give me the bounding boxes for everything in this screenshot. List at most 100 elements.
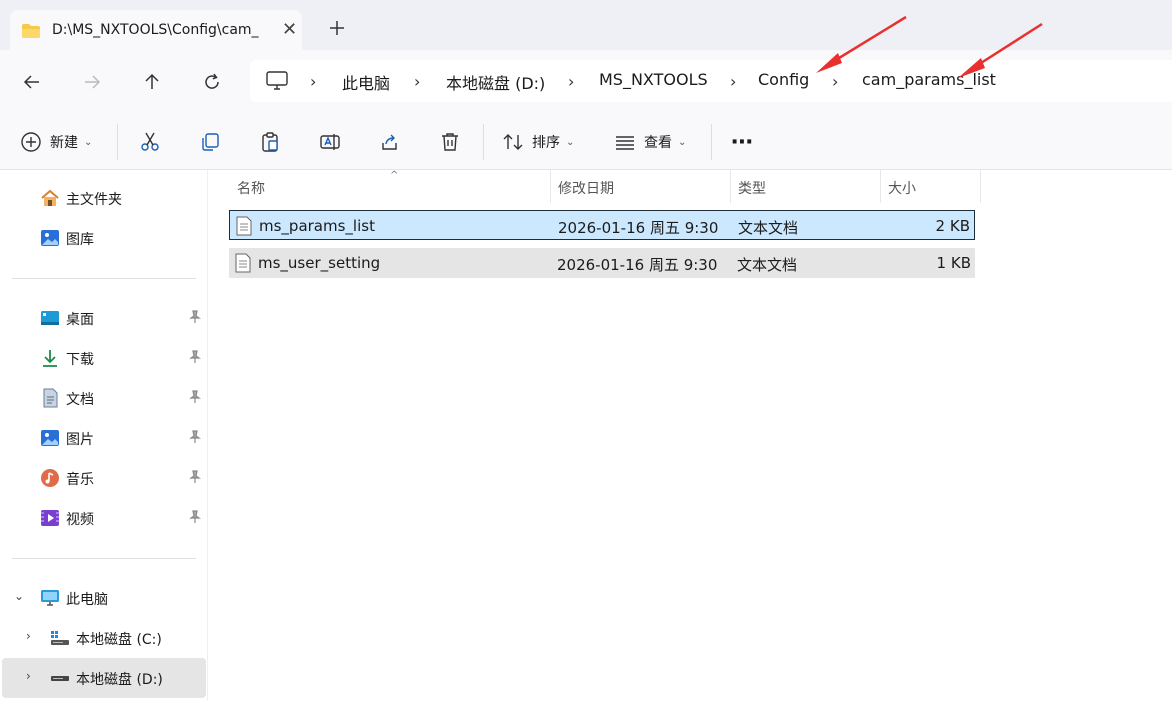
pin-icon[interactable]: [188, 310, 202, 324]
scissors-icon: [141, 132, 159, 151]
trash-icon: [442, 133, 458, 151]
breadcrumb-this-pc[interactable]: 此电脑: [342, 70, 390, 94]
breadcrumb-separator: ›: [310, 72, 317, 91]
column-header-label: 名称: [237, 181, 265, 197]
sidebar-item-label: 桌面: [66, 312, 94, 328]
home-icon: [41, 189, 59, 206]
pin-icon[interactable]: [188, 390, 202, 404]
new-button[interactable]: 新建 ⌄: [20, 129, 92, 155]
tab-close-button[interactable]: ✕: [282, 19, 297, 40]
sidebar-item-this-pc[interactable]: ⌄ 此电脑: [0, 578, 208, 618]
toolbar-divider: [117, 124, 118, 160]
sidebar-item-label: 图库: [66, 232, 94, 248]
file-name: ms_params_list: [259, 217, 375, 235]
gallery-icon: [41, 230, 59, 246]
sidebar-item-label: 主文件夹: [66, 192, 122, 208]
table-row[interactable]: ms_params_list 2026-01-16 周五 9:30 文本文档 2…: [229, 210, 975, 240]
folder-icon: [22, 24, 40, 38]
sidebar-item-drive-d[interactable]: › 本地磁盘 (D:): [2, 658, 206, 698]
sidebar-item-label: 文档: [66, 392, 94, 408]
breadcrumb-separator: ›: [568, 72, 575, 91]
column-header-type[interactable]: 类型: [738, 170, 880, 203]
column-header-label: 修改日期: [558, 181, 614, 197]
column-header-size[interactable]: 大小: [888, 170, 980, 203]
file-modified: 2026-01-16 周五 9:30: [557, 256, 718, 274]
pin-icon[interactable]: [188, 470, 202, 484]
delete-button[interactable]: [439, 129, 461, 155]
toolbar-divider: [711, 124, 712, 160]
sidebar-item-label: 下载: [66, 352, 94, 368]
column-resize-handle[interactable]: [880, 170, 881, 203]
text-file-icon: [236, 216, 252, 236]
pin-icon[interactable]: [188, 510, 202, 524]
column-resize-handle[interactable]: [550, 170, 551, 203]
column-resize-handle[interactable]: [730, 170, 731, 203]
file-modified: 2026-01-16 周五 9:30: [558, 219, 719, 237]
chevron-right-icon[interactable]: ›: [26, 669, 31, 683]
file-list: ^ 名称 修改日期 类型 大小 ms_params_list 2026-01-1…: [209, 170, 1172, 701]
file-size: 1 KB: [936, 254, 971, 272]
sidebar-item-downloads[interactable]: 下载: [0, 338, 208, 378]
sidebar-item-label: 本地磁盘 (C:): [76, 632, 162, 648]
tab-strip: D:\MS_NXTOOLS\Config\cam_ ✕: [0, 0, 1172, 50]
breadcrumb-separator: ›: [730, 72, 737, 91]
toolbar-divider: [483, 124, 484, 160]
breadcrumb-cam-params-list[interactable]: cam_params_list: [862, 70, 996, 89]
rename-icon: [320, 134, 340, 150]
sort-button[interactable]: 排序 ⌄: [502, 129, 574, 155]
more-options-button[interactable]: ⋯: [731, 129, 753, 155]
up-button[interactable]: [138, 68, 166, 96]
plus-icon: [330, 21, 344, 35]
tab-current-folder[interactable]: D:\MS_NXTOOLS\Config\cam_ ✕: [10, 10, 302, 50]
breadcrumb-drive-d[interactable]: 本地磁盘 (D:): [446, 70, 545, 94]
sidebar-item-label: 视频: [66, 512, 94, 528]
desktop-icon: [41, 311, 59, 325]
sidebar-item-music[interactable]: 音乐: [0, 458, 208, 498]
sidebar-divider: [12, 558, 196, 559]
chevron-right-icon[interactable]: ›: [26, 629, 31, 643]
column-header-modified[interactable]: 修改日期: [558, 170, 730, 203]
pin-icon[interactable]: [188, 430, 202, 444]
drive-c-icon: [51, 631, 69, 645]
breadcrumb-config[interactable]: Config: [758, 70, 809, 89]
back-button[interactable]: [18, 68, 46, 96]
sidebar-item-gallery[interactable]: 图库: [0, 218, 208, 258]
sidebar-item-label: 本地磁盘 (D:): [76, 672, 163, 688]
breadcrumb-separator: ›: [414, 72, 421, 91]
navigation-pane: 主文件夹 图库 桌面 下载 文档 图片 音乐 视频 ⌄ 此电脑 › 本地磁盘 (…: [0, 170, 208, 701]
copy-button[interactable]: [199, 129, 221, 155]
chevron-down-icon[interactable]: ⌄: [14, 589, 24, 603]
download-icon: [43, 350, 57, 367]
file-name: ms_user_setting: [258, 254, 381, 272]
pin-icon[interactable]: [188, 350, 202, 364]
column-header-label: 大小: [888, 181, 916, 197]
forward-button[interactable]: [78, 68, 106, 96]
sidebar-item-documents[interactable]: 文档: [0, 378, 208, 418]
sidebar-item-desktop[interactable]: 桌面: [0, 298, 208, 338]
rename-button[interactable]: [319, 129, 341, 155]
sidebar-item-pictures[interactable]: 图片: [0, 418, 208, 458]
paste-button[interactable]: [259, 129, 281, 155]
new-tab-button[interactable]: [325, 16, 349, 40]
sidebar-item-label: 图片: [66, 432, 94, 448]
address-bar[interactable]: › 此电脑 › 本地磁盘 (D:) › MS_NXTOOLS › Config …: [250, 60, 1172, 102]
clipboard-icon: [262, 132, 278, 152]
column-header-name[interactable]: 名称: [237, 170, 550, 203]
share-button[interactable]: [379, 129, 401, 155]
column-resize-handle[interactable]: [980, 170, 981, 203]
command-bar: 新建 ⌄ 排序 ⌄ 查看 ⌄ ⋯: [0, 112, 1172, 170]
share-icon: [382, 134, 397, 150]
breadcrumb-ms-nxtools[interactable]: MS_NXTOOLS: [599, 70, 708, 89]
view-button[interactable]: 查看 ⌄: [614, 129, 686, 155]
videos-icon: [41, 510, 59, 526]
refresh-button[interactable]: [198, 68, 226, 96]
sidebar-item-drive-c[interactable]: › 本地磁盘 (C:): [0, 618, 208, 658]
table-row[interactable]: ms_user_setting 2026-01-16 周五 9:30 文本文档 …: [229, 248, 975, 278]
sidebar-item-label: 此电脑: [66, 592, 108, 608]
sidebar-item-videos[interactable]: 视频: [0, 498, 208, 538]
documents-icon: [43, 388, 58, 408]
drive-d-icon: [51, 676, 69, 681]
sidebar-item-home[interactable]: 主文件夹: [0, 178, 208, 218]
sidebar-divider: [12, 278, 196, 279]
cut-button[interactable]: [139, 129, 161, 155]
